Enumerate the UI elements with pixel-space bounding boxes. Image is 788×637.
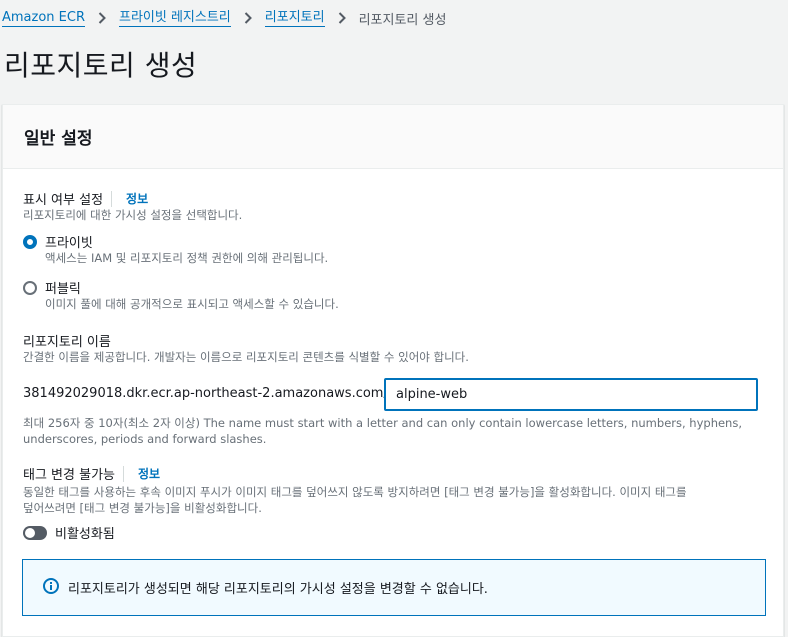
radio-checked-icon[interactable] (23, 234, 37, 249)
radio-unchecked-icon[interactable] (23, 280, 37, 295)
breadcrumb-repositories[interactable]: 리포지토리 (264, 10, 325, 27)
repo-name-label: 리포지토리 이름 (23, 335, 111, 350)
tag-immutability-label-row: 태그 변경 불가능 정보 (23, 464, 160, 483)
general-settings-panel: 일반 설정 표시 여부 설정 정보 리포지토리에 대한 가시성 설정을 선택합니… (2, 104, 784, 637)
info-alert-text: 리포지토리가 생성되면 해당 리포지토리의 가시성 설정을 변경할 수 없습니다… (68, 582, 488, 597)
visibility-label-row: 표시 여부 설정 정보 (23, 189, 148, 208)
breadcrumb: Amazon ECR 프라이빗 레지스트리 리포지토리 리포지토리 생성 (2, 8, 446, 28)
radio-private-label: 프라이빗 (45, 236, 93, 251)
toggle-switch[interactable] (23, 525, 47, 540)
radio-private-description: 액세스는 IAM 및 리포지토리 정책 권한에 의해 관리됩니다. (45, 251, 329, 265)
breadcrumb-amazon-ecr[interactable]: Amazon ECR (2, 10, 85, 27)
visibility-description: 리포지토리에 대한 가시성 설정을 선택합니다. (23, 208, 243, 222)
radio-public[interactable]: 퍼블릭 (23, 278, 81, 297)
breadcrumb-current: 리포지토리 생성 (358, 12, 447, 28)
tag-immutability-toggle[interactable]: 비활성화됨 (23, 523, 115, 542)
tag-immutability-info-link[interactable]: 정보 (138, 465, 160, 482)
radio-public-label: 퍼블릭 (45, 282, 81, 297)
info-circle-icon (43, 577, 59, 598)
breadcrumb-private-registry[interactable]: 프라이빗 레지스트리 (119, 10, 231, 27)
repository-name-input[interactable] (384, 378, 758, 411)
chevron-right-icon (325, 8, 359, 28)
toggle-label: 비활성화됨 (55, 527, 115, 542)
panel-title: 일반 설정 (24, 129, 93, 149)
panel-header: 일반 설정 (3, 105, 783, 169)
tag-immutability-label: 태그 변경 불가능 (23, 468, 115, 483)
radio-public-description: 이미지 풀에 대해 공개적으로 표시되고 액세스할 수 있습니다. (45, 297, 339, 311)
tag-immutability-description-line1: 동일한 태그를 사용하는 후속 이미지 푸시가 이미지 태그를 덮어쓰지 않도록… (23, 485, 687, 499)
page-title: 리포지토리 생성 (4, 49, 198, 82)
radio-private[interactable]: 프라이빗 (23, 232, 93, 251)
chevron-right-icon (231, 8, 265, 28)
visibility-label: 표시 여부 설정 (23, 193, 104, 208)
divider (111, 190, 113, 207)
toggle-knob (25, 527, 35, 538)
repo-name-constraint-line2: underscores, periods and forward slashes… (23, 432, 267, 446)
repo-name-description: 간결한 이름을 제공합니다. 개발자는 이름으로 리포지토리 콘텐츠를 식별할 … (23, 350, 469, 364)
chevron-right-icon (85, 8, 119, 28)
registry-uri-prefix: 381492029018.dkr.ecr.ap-northeast-2.amaz… (23, 386, 388, 401)
tag-immutability-description-line2: 덮어쓰려면 [태그 변경 불가능]을 비활성화합니다. (23, 501, 262, 515)
divider (123, 465, 124, 482)
repo-name-constraint-line1: 최대 256자 중 10자(최소 2자 이상) The name must st… (23, 416, 742, 430)
info-alert: 리포지토리가 생성되면 해당 리포지토리의 가시성 설정을 변경할 수 없습니다… (22, 559, 766, 616)
visibility-info-link[interactable]: 정보 (126, 190, 148, 207)
